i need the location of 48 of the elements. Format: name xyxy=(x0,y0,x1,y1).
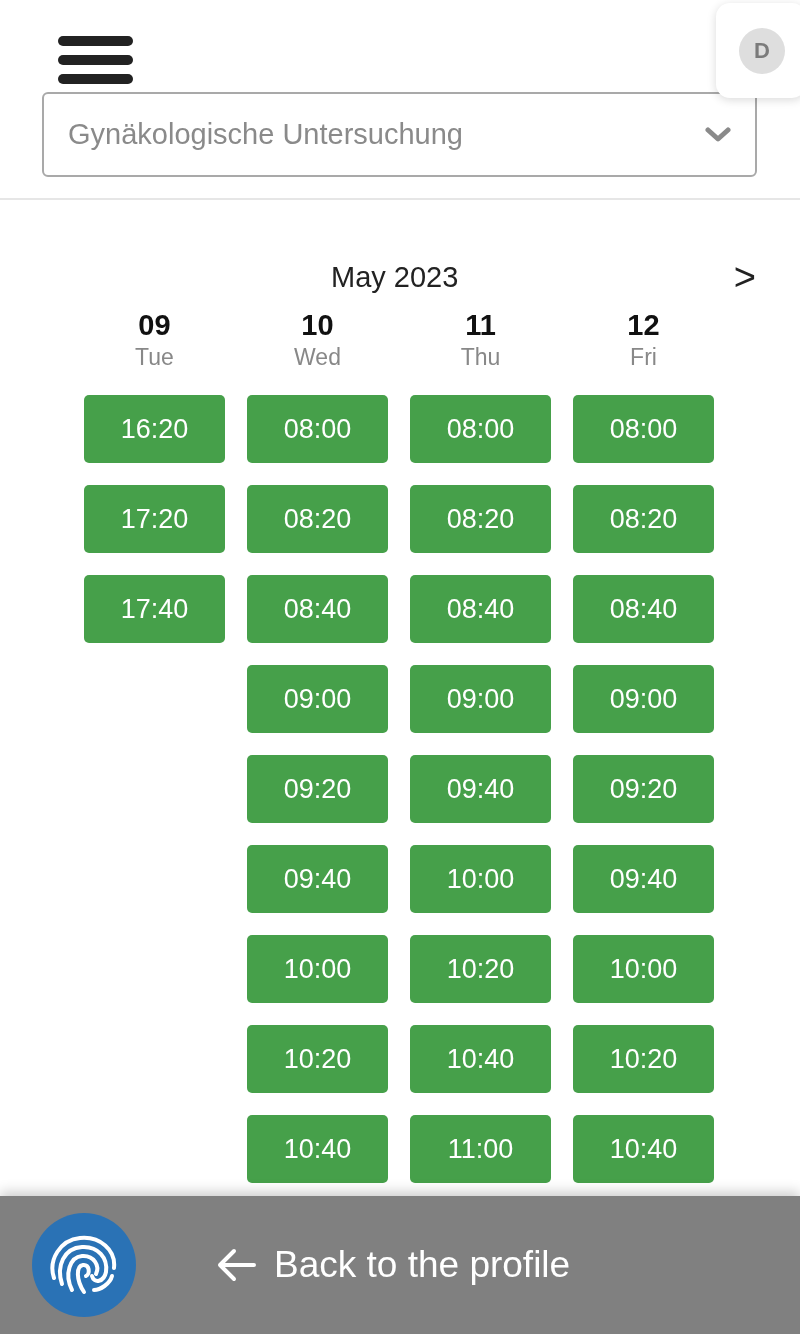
chevron-down-icon xyxy=(705,126,731,143)
time-slot-button[interactable]: 10:00 xyxy=(247,935,388,1003)
time-slot-button[interactable]: 08:20 xyxy=(410,485,551,553)
back-to-profile-link[interactable]: Back to the profile xyxy=(216,1244,571,1286)
day-date: 09 xyxy=(138,308,171,342)
arrow-left-icon xyxy=(216,1248,256,1282)
select-value: Gynäkologische Untersuchung xyxy=(68,118,463,151)
time-slot-button[interactable]: 10:20 xyxy=(410,935,551,1003)
time-slot-button[interactable]: 17:20 xyxy=(84,485,225,553)
day-weekday: Thu xyxy=(460,343,501,372)
time-slot-button[interactable]: 10:00 xyxy=(410,845,551,913)
time-slot-button[interactable]: 10:20 xyxy=(247,1025,388,1093)
avatar-button[interactable]: D xyxy=(739,27,785,74)
day-date: 10 xyxy=(301,308,334,342)
day-weekday: Wed xyxy=(294,343,341,372)
time-slot-button[interactable]: 17:40 xyxy=(84,575,225,643)
day-date: 12 xyxy=(627,308,660,342)
month-title: May 2023 xyxy=(331,260,459,294)
time-slot-button[interactable]: 09:20 xyxy=(573,755,714,823)
time-slot-button[interactable]: 09:40 xyxy=(410,755,551,823)
time-slot-button[interactable]: 08:00 xyxy=(573,395,714,463)
time-slot-button[interactable]: 09:40 xyxy=(573,845,714,913)
time-slot-button[interactable]: 08:00 xyxy=(410,395,551,463)
time-slot-button[interactable]: 08:00 xyxy=(247,395,388,463)
menu-icon xyxy=(58,36,133,84)
time-slot-button[interactable]: 08:40 xyxy=(247,575,388,643)
time-slot-button[interactable]: 11:00 xyxy=(410,1115,551,1183)
time-slot-button[interactable]: 10:40 xyxy=(247,1115,388,1183)
time-slot-button[interactable]: 08:40 xyxy=(410,575,551,643)
time-slot-button[interactable]: 08:20 xyxy=(247,485,388,553)
menu-button[interactable] xyxy=(58,36,133,84)
time-slot-button[interactable]: 09:40 xyxy=(247,845,388,913)
time-slot-button[interactable]: 09:00 xyxy=(573,665,714,733)
time-slot-button[interactable]: 10:40 xyxy=(410,1025,551,1093)
day-weekday: Fri xyxy=(630,343,657,372)
time-slot-button[interactable]: 10:00 xyxy=(573,935,714,1003)
time-slot-button[interactable]: 09:00 xyxy=(247,665,388,733)
time-slot-button[interactable]: 08:20 xyxy=(573,485,714,553)
time-slot-button[interactable]: 09:20 xyxy=(247,755,388,823)
time-slot-button[interactable]: 08:40 xyxy=(573,575,714,643)
service-select[interactable]: Gynäkologische Untersuchung xyxy=(42,92,757,177)
day-weekday: Tue xyxy=(135,343,174,372)
time-slot-button[interactable]: 10:40 xyxy=(573,1115,714,1183)
time-slot-button[interactable]: 16:20 xyxy=(84,395,225,463)
day-date: 11 xyxy=(465,308,496,342)
time-slot-button[interactable]: 10:20 xyxy=(573,1025,714,1093)
next-week-button[interactable]: > xyxy=(733,258,756,296)
time-slot-button[interactable]: 09:00 xyxy=(410,665,551,733)
